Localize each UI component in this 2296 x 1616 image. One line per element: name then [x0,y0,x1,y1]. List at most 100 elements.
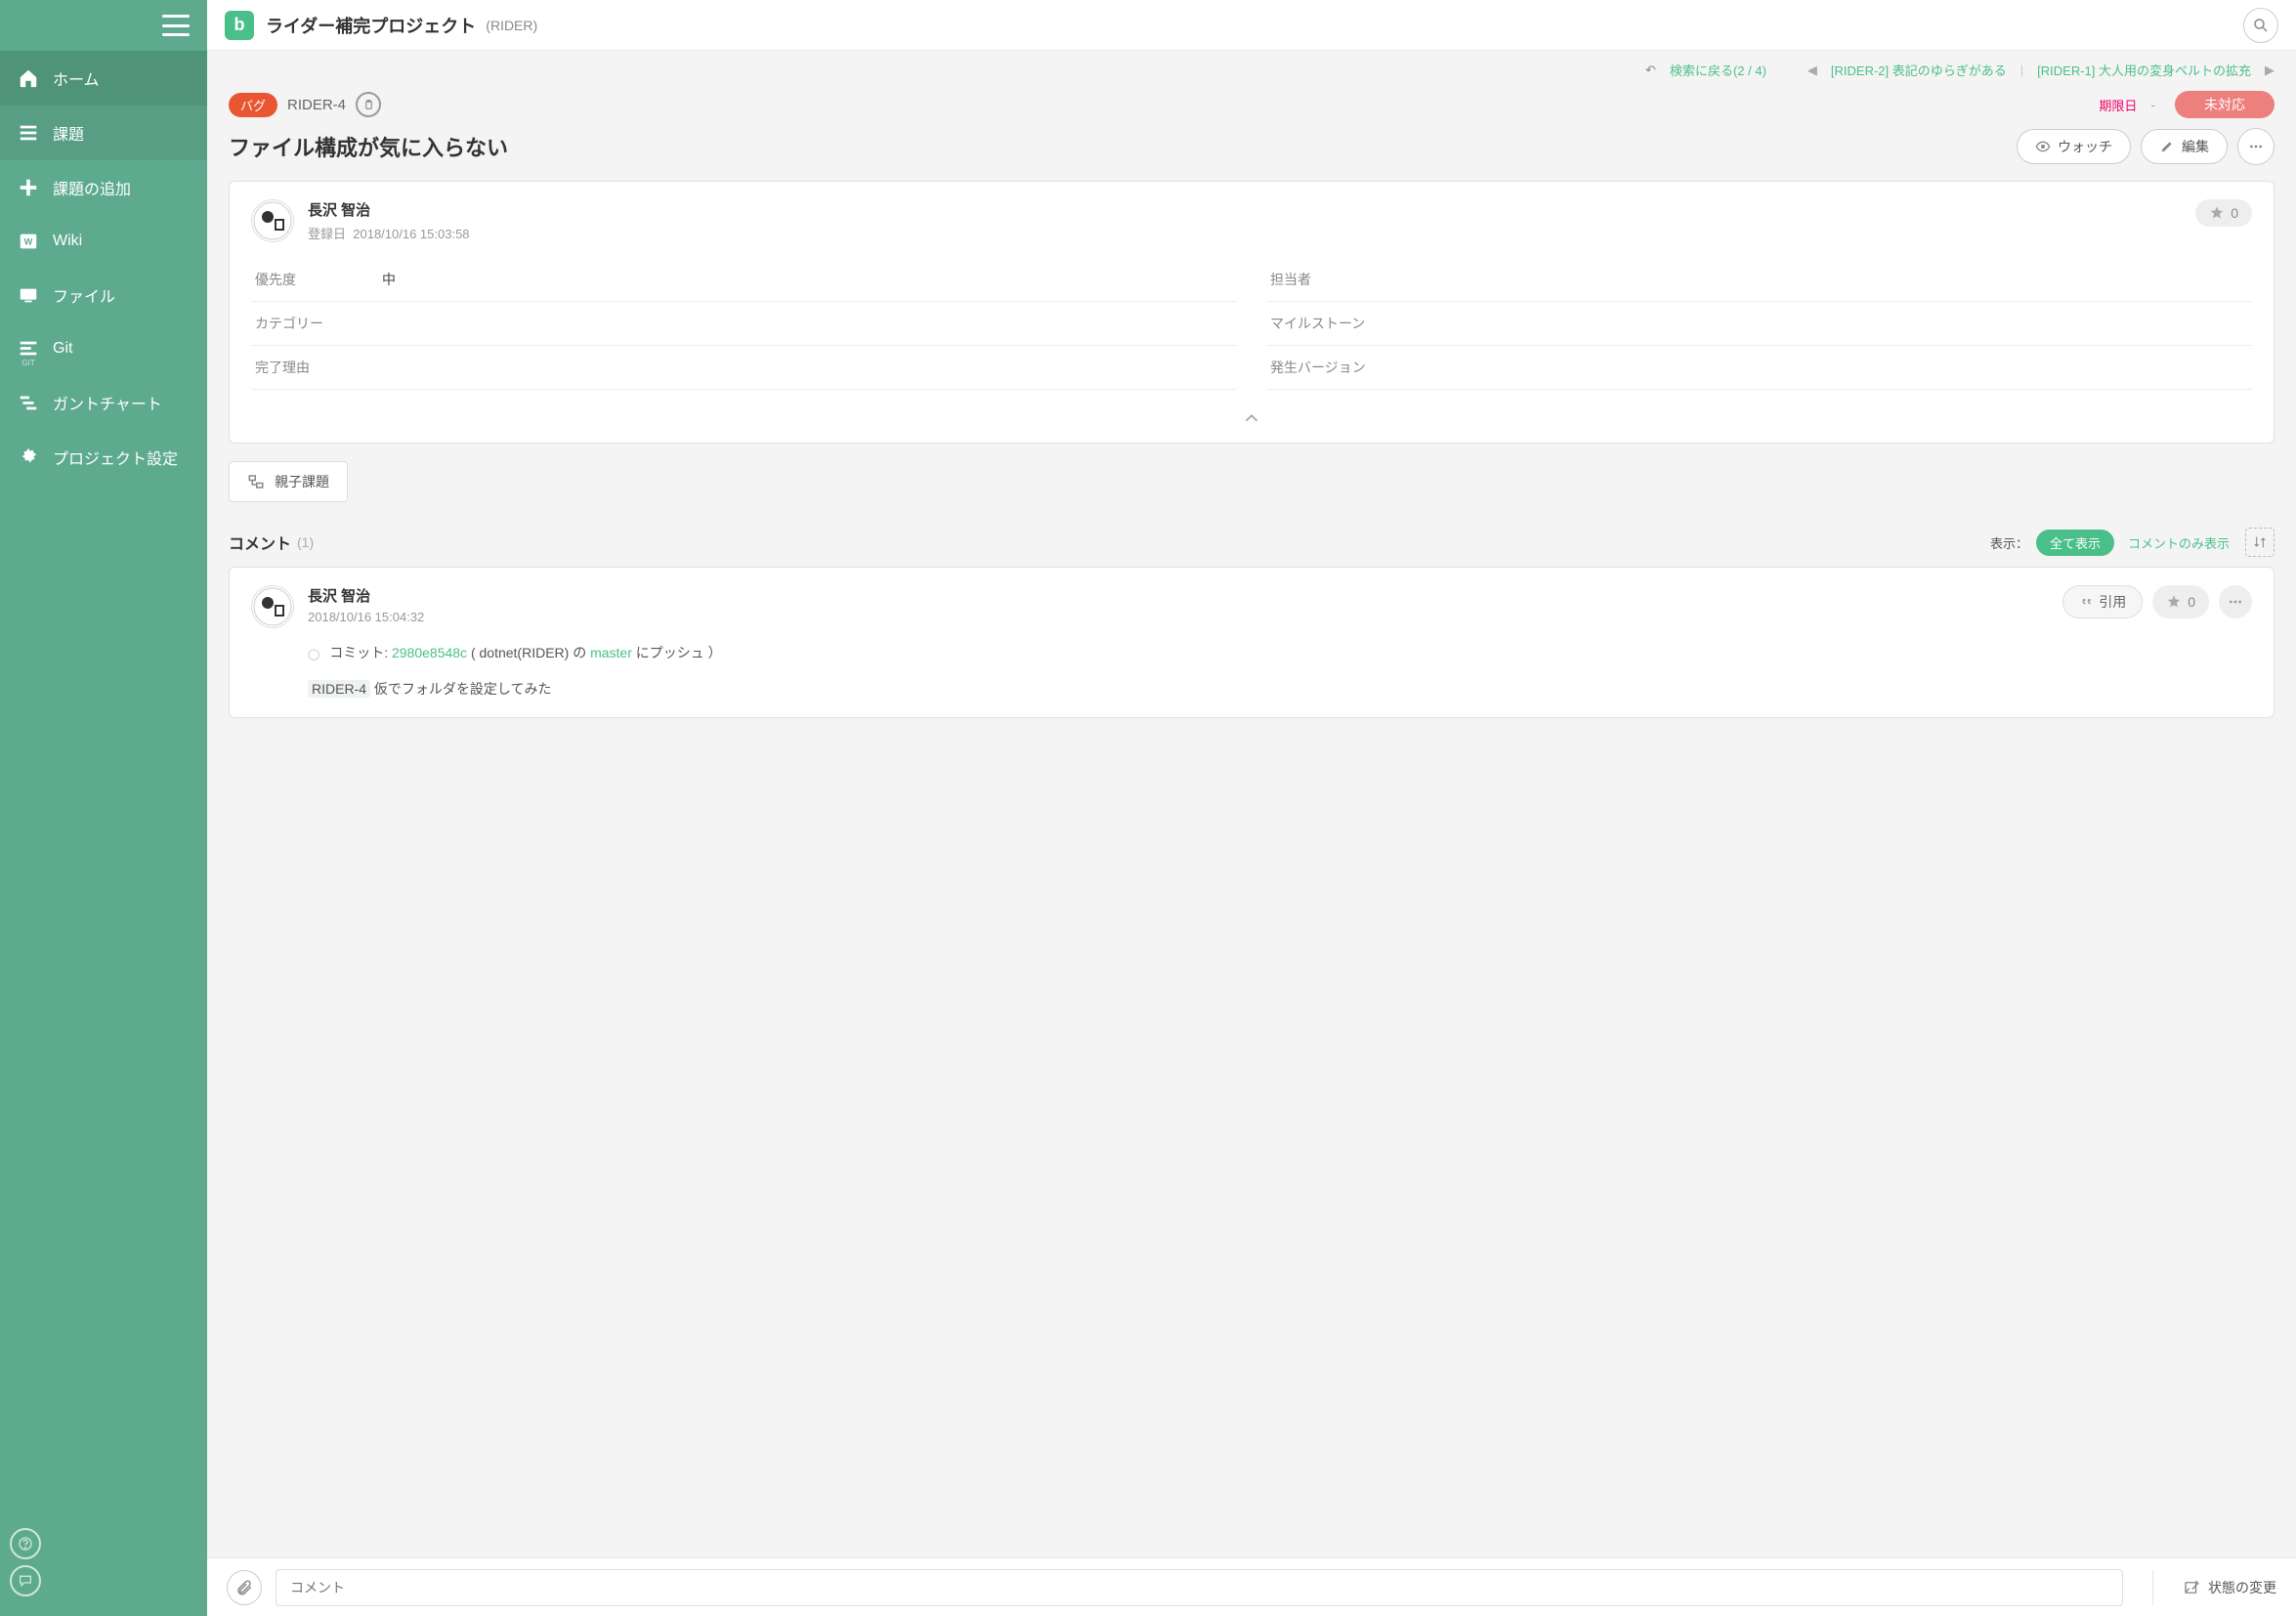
wiki-icon: W [18,231,39,252]
prev-issue-link[interactable]: [RIDER-2] 表記のゆらぎがある [1831,61,2007,79]
show-label: 表示： [1990,533,2028,552]
comments-head: コメント (1) 表示： 全て表示 コメントのみ表示 [207,528,2296,567]
status-change-button[interactable]: 状態の変更 [2183,1578,2276,1597]
project-name: ライダー補完プロジェクト [266,13,476,38]
next-arrow-icon[interactable]: ▶ [2265,63,2275,78]
list-icon [18,122,39,144]
issue-title: ファイル構成が気に入らない [229,131,2017,162]
sidebar-top [0,0,207,51]
sidebar-item-label: プロジェクト設定 [53,446,178,469]
due-value: - [2150,97,2155,112]
plus-icon [18,177,39,198]
sidebar-item-label: 課題 [53,121,84,145]
comment-more-button[interactable] [2219,585,2252,618]
next-issue-link[interactable]: [RIDER-1] 大人用の変身ベルトの拡充 [2037,61,2251,79]
field-version: 発生バージョン [1266,346,2252,390]
issue-nav: ↶ 検索に戻る(2 / 4) ◀ [RIDER-2] 表記のゆらぎがある | [… [207,51,2296,87]
topbar: b ライダー補完プロジェクト (RIDER) [207,0,2296,51]
issue-type-chip: バグ [229,93,277,117]
author-name: 長沢 智治 [308,199,470,220]
help-button[interactable] [10,1528,41,1559]
sidebar-item-label: ホーム [53,66,100,90]
comment-date: 2018/10/16 15:04:32 [308,610,424,624]
comment-star[interactable]: 0 [2152,585,2209,618]
avatar [251,199,294,242]
issue-ref-badge[interactable]: RIDER-4 [308,680,370,698]
filter-all[interactable]: 全て表示 [2036,530,2114,556]
author-meta: 登録日 2018/10/16 15:03:58 [308,224,470,242]
sidebar-item-label: ファイル [53,283,115,307]
clipboard-icon[interactable] [356,92,381,117]
subtask-button[interactable]: 親子課題 [229,461,348,502]
edit-label: 編集 [2182,137,2209,156]
sidebar-item-git[interactable]: GIT Git [0,322,207,375]
sidebar: ホーム 課題 課題の追加 W Wiki ファイル GIT Git ガントチャート [0,0,207,1616]
home-icon [18,67,39,89]
issue-key: RIDER-4 [287,97,346,113]
comment-body: ◯ コミット: 2980e8548c ( dotnet(RIDER) の mas… [230,634,2274,702]
star-count[interactable]: 0 [2195,199,2252,227]
gear-icon [18,447,39,468]
feedback-button[interactable] [10,1565,41,1596]
comment-actions: 引用 0 [2062,585,2252,618]
status-pill: 未対応 [2175,91,2275,118]
git-icon: GIT [18,338,39,360]
main: b ライダー補完プロジェクト (RIDER) ↶ 検索に戻る(2 / 4) ◀ … [207,0,2296,1616]
subtask-label: 親子課題 [275,472,329,491]
sort-button[interactable] [2245,528,2275,557]
sidebar-item-add-issue[interactable]: 課題の追加 [0,160,207,215]
field-priority: 優先度中 [251,258,1237,302]
issue-card: 長沢 智治 登録日 2018/10/16 15:03:58 0 優先度中 カテゴ… [229,181,2275,444]
branch-link[interactable]: master [590,645,632,660]
undo-icon: ↶ [1645,63,1656,78]
sidebar-item-gantt[interactable]: ガントチャート [0,375,207,430]
svg-text:W: W [24,237,33,247]
sidebar-item-files[interactable]: ファイル [0,268,207,322]
card-head: 長沢 智治 登録日 2018/10/16 15:03:58 0 [230,182,2274,252]
watch-button[interactable]: ウォッチ [2017,129,2131,164]
search-button[interactable] [2243,8,2278,43]
field-assignee: 担当者 [1266,258,2252,302]
menu-toggle-icon[interactable] [162,15,190,36]
issue-fields: 優先度中 カテゴリー 完了理由 担当者 マイルストーン 発生バージョン [230,252,2274,402]
filter-comments-only[interactable]: コメントのみ表示 [2128,533,2230,552]
sidebar-item-wiki[interactable]: W Wiki [0,215,207,268]
sidebar-item-home[interactable]: ホーム [0,51,207,106]
gantt-icon [18,392,39,413]
sidebar-item-settings[interactable]: プロジェクト設定 [0,430,207,485]
sidebar-item-issues[interactable]: 課題 [0,106,207,160]
attach-button[interactable] [227,1570,262,1605]
title-row: ファイル構成が気に入らない ウォッチ 編集 [207,122,2296,181]
prev-arrow-icon[interactable]: ◀ [1807,63,1817,78]
field-category: カテゴリー [251,302,1237,346]
sidebar-bottom [0,1512,207,1616]
sidebar-item-label: 課題の追加 [53,176,131,199]
comments-title: コメント [229,531,291,554]
sidebar-item-label: ガントチャート [53,391,162,414]
divider [2152,1570,2153,1605]
comment-author: 長沢 智治 [308,585,424,606]
watch-label: ウォッチ [2058,137,2112,156]
back-to-search-link[interactable]: 検索に戻る(2 / 4) [1670,61,1766,79]
quote-button[interactable]: 引用 [2062,585,2143,618]
edit-button[interactable]: 編集 [2141,129,2228,164]
content: ↶ 検索に戻る(2 / 4) ◀ [RIDER-2] 表記のゆらぎがある | [… [207,51,2296,1557]
issue-head: バグ RIDER-4 期限日 - 未対応 [207,87,2296,122]
sidebar-item-label: Git [53,340,72,358]
sidebar-item-label: Wiki [53,233,82,250]
commit-link[interactable]: 2980e8548c [392,645,467,660]
sidebar-nav: ホーム 課題 課題の追加 W Wiki ファイル GIT Git ガントチャート [0,51,207,1512]
avatar [251,585,294,628]
files-icon [18,284,39,306]
comments-count: (1) [297,534,314,550]
bullet-icon: ◯ [308,649,319,660]
comment-card: 長沢 智治 2018/10/16 15:04:32 引用 0 ◯ コミット: 2… [229,567,2275,718]
footer: 状態の変更 [207,1557,2296,1616]
field-milestone: マイルストーン [1266,302,2252,346]
more-button[interactable] [2237,128,2275,165]
collapse-toggle[interactable] [230,402,2274,443]
project-logo: b [225,11,254,40]
due-label: 期限日 [2099,96,2137,114]
comment-input[interactable] [276,1569,2123,1606]
field-resolution: 完了理由 [251,346,1237,390]
